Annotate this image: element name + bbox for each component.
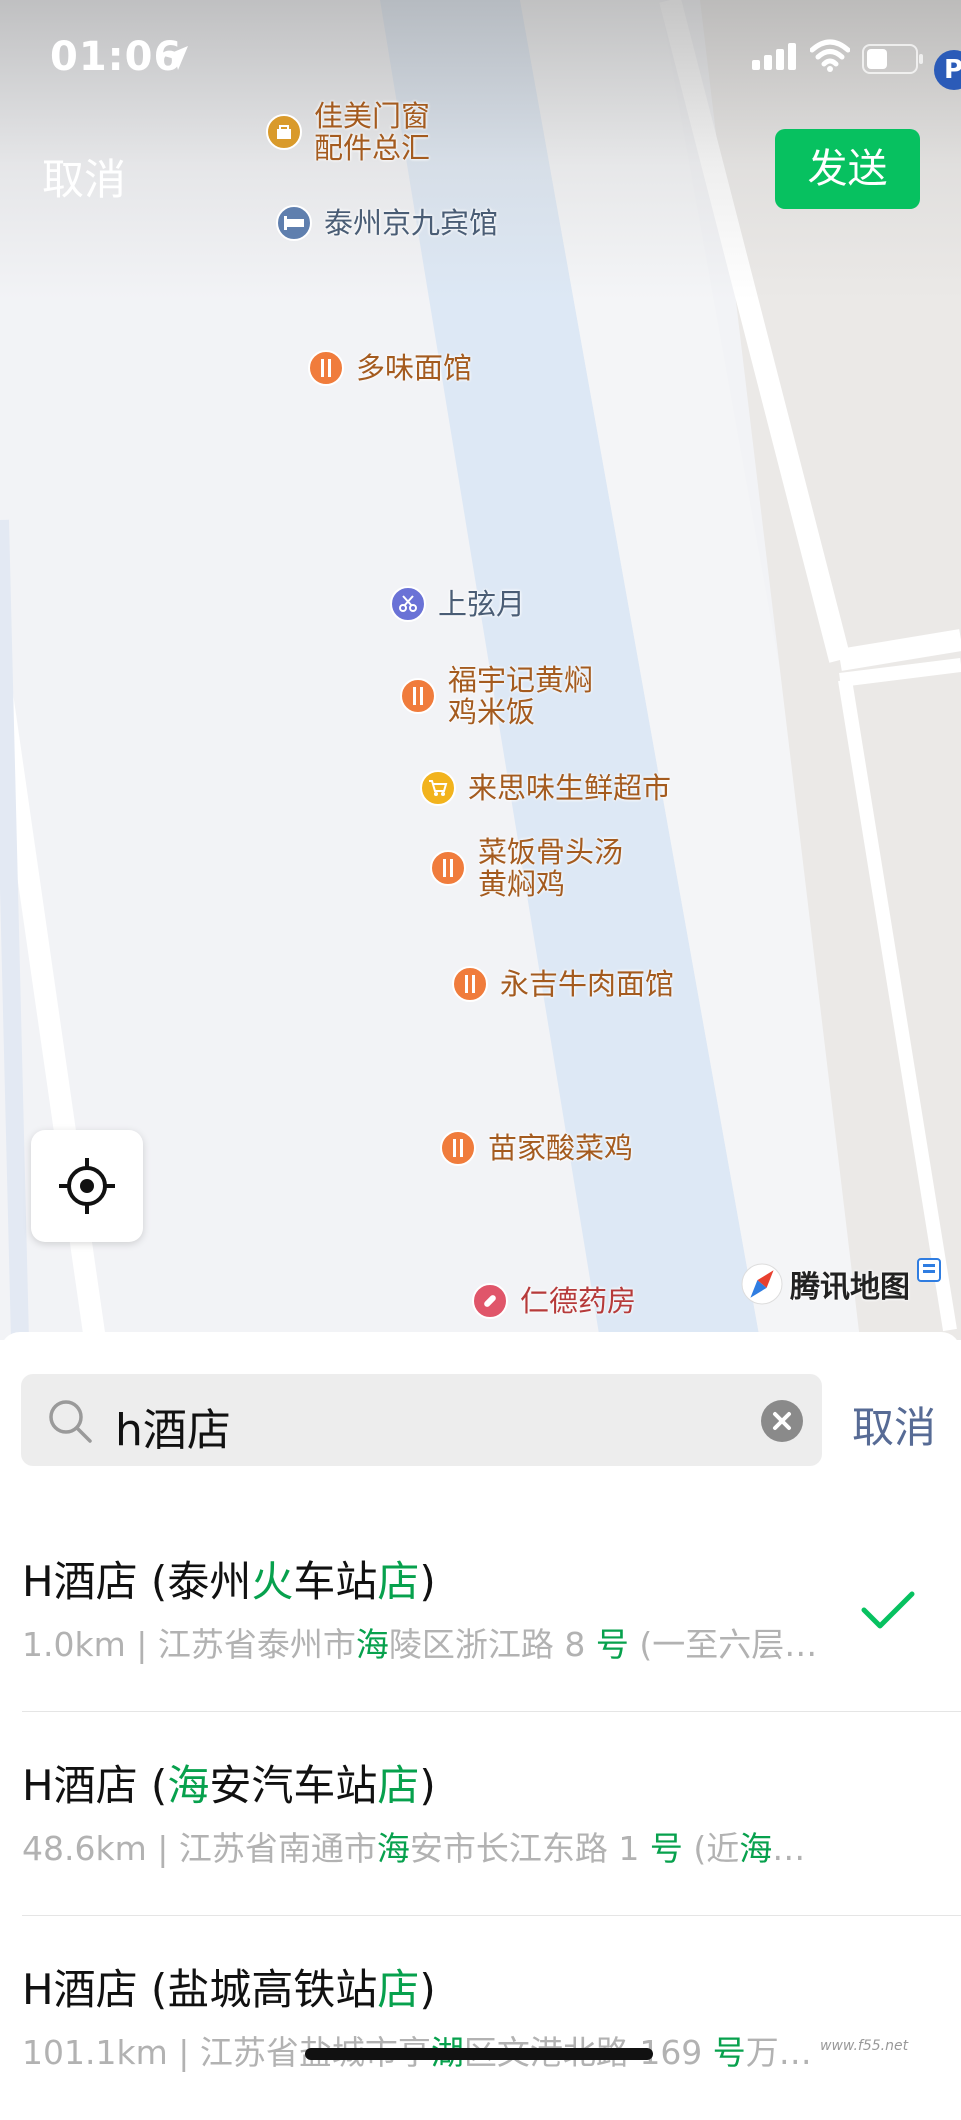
text-segment: H酒店 (泰州 bbox=[22, 1557, 252, 1606]
hotel-icon bbox=[276, 205, 312, 241]
checkmark-icon bbox=[861, 1591, 915, 1629]
map-poi[interactable]: 永吉牛肉面馆 bbox=[452, 966, 674, 1002]
send-button[interactable]: 发送 bbox=[775, 129, 920, 209]
text-segment: 万… bbox=[745, 2033, 812, 2072]
home-indicator[interactable] bbox=[305, 2048, 653, 2060]
poi-label: 福宇记黄焖 鸡米饭 bbox=[448, 663, 594, 729]
highlight-text: 店 bbox=[377, 1761, 420, 1810]
clear-search-button[interactable] bbox=[761, 1400, 803, 1442]
text-segment: … bbox=[772, 1829, 806, 1868]
text-segment: H酒店 ( bbox=[22, 1761, 168, 1810]
status-badge: P bbox=[934, 50, 961, 90]
highlight-text: 店 bbox=[377, 1557, 420, 1606]
text-segment: 安市长江东路 1 bbox=[409, 1829, 650, 1868]
text-segment: 陵区浙江路 8 bbox=[388, 1625, 596, 1664]
map-badge-icon bbox=[917, 1258, 941, 1282]
text-segment: 车站 bbox=[293, 1557, 378, 1606]
poi-label: 苗家酸菜鸡 bbox=[488, 1131, 634, 1165]
map-poi[interactable]: 来思味生鲜超市 bbox=[420, 770, 671, 806]
cancel-button[interactable]: 取消 bbox=[42, 146, 126, 207]
highlight-text: 海 bbox=[355, 1625, 389, 1664]
search-result-item[interactable]: H酒店 (海安汽车站店) 48.6km | 江苏省南通市海安市长江东路 1 号 … bbox=[0, 1712, 961, 1916]
map-poi[interactable]: 仁德药房 bbox=[472, 1283, 636, 1319]
highlight-text: 火 bbox=[251, 1557, 294, 1606]
battery-icon bbox=[862, 44, 923, 74]
map-logo-text: 腾讯地图 bbox=[790, 1270, 910, 1305]
wifi-icon bbox=[810, 39, 850, 72]
map-poi[interactable]: 福宇记黄焖 鸡米饭 bbox=[400, 664, 593, 728]
watermark: www.f55.net bbox=[820, 2038, 909, 2054]
text-segment: H酒店 (盐城高铁站 bbox=[22, 1965, 378, 2014]
search-sheet: h酒店 取消 H酒店 (泰州火车站店) 1.0km | 江苏省泰州市海陵区浙江路… bbox=[0, 1332, 961, 2081]
map-poi[interactable]: 苗家酸菜鸡 bbox=[440, 1130, 633, 1166]
poi-label: 泰州京九宾馆 bbox=[324, 206, 499, 240]
result-title: H酒店 (泰州火车站店) bbox=[22, 1548, 436, 1609]
compass-icon bbox=[741, 1263, 783, 1305]
result-title: H酒店 (海安汽车站店) bbox=[22, 1752, 436, 1813]
crosshair-icon bbox=[59, 1158, 115, 1214]
highlight-text: 店 bbox=[377, 1965, 420, 2014]
text-segment: (近 bbox=[682, 1829, 740, 1868]
result-title: H酒店 (盐城高铁站店) bbox=[22, 1956, 436, 2017]
pill-icon bbox=[472, 1283, 508, 1319]
location-arrow-icon bbox=[164, 46, 188, 70]
poi-label: 上弦月 bbox=[438, 587, 526, 621]
poi-label: 来思味生鲜超市 bbox=[468, 771, 672, 805]
highlight-text: 海 bbox=[739, 1829, 773, 1868]
search-icon bbox=[49, 1400, 92, 1443]
text-segment: 48.6km | 江苏省南通市 bbox=[22, 1829, 377, 1868]
highlight-text: 号 bbox=[712, 2033, 746, 2072]
restaurant-icon bbox=[430, 850, 466, 886]
map-poi[interactable]: 泰州京九宾馆 bbox=[276, 205, 498, 241]
restaurant-icon bbox=[440, 1130, 476, 1166]
status-bar: 01:06 P bbox=[0, 0, 961, 120]
tencent-map-logo: 腾讯地图 bbox=[740, 1258, 942, 1306]
highlight-text: 海 bbox=[167, 1761, 210, 1810]
map-poi[interactable]: 多味面馆 bbox=[308, 350, 472, 386]
result-address: 48.6km | 江苏省南通市海安市长江东路 1 号 (近海… bbox=[22, 1822, 852, 1870]
restaurant-icon bbox=[452, 966, 488, 1002]
highlight-text: 海 bbox=[376, 1829, 410, 1868]
text-segment: ) bbox=[419, 1761, 436, 1810]
map-poi[interactable]: 菜饭骨头汤 黄焖鸡 bbox=[430, 836, 623, 900]
poi-label: 永吉牛肉面馆 bbox=[500, 967, 675, 1001]
scissors-icon bbox=[390, 586, 426, 622]
poi-label: 仁德药房 bbox=[520, 1284, 637, 1318]
text-segment: (一至六层… bbox=[628, 1625, 818, 1664]
search-input[interactable]: h酒店 bbox=[115, 1394, 231, 1458]
text-segment: 安汽车站 bbox=[209, 1761, 378, 1810]
locate-me-button[interactable] bbox=[31, 1130, 143, 1242]
highlight-text: 号 bbox=[595, 1625, 629, 1664]
search-bar[interactable]: h酒店 bbox=[21, 1374, 822, 1466]
result-address: 1.0km | 江苏省泰州市海陵区浙江路 8 号 (一至六层… bbox=[22, 1618, 852, 1666]
highlight-text: 号 bbox=[649, 1829, 683, 1868]
poi-label: 菜饭骨头汤 黄焖鸡 bbox=[478, 835, 624, 901]
text-segment: 1.0km | 江苏省泰州市 bbox=[22, 1625, 356, 1664]
restaurant-icon bbox=[400, 678, 436, 714]
cart-icon bbox=[420, 770, 456, 806]
search-result-item[interactable]: H酒店 (盐城高铁站店) 101.1km | 江苏省盐城市亭湖区文港北路 169… bbox=[0, 1916, 961, 2120]
close-icon bbox=[773, 1412, 791, 1430]
signal-icon bbox=[752, 43, 796, 70]
poi-label: 多味面馆 bbox=[356, 351, 473, 385]
search-result-item[interactable]: H酒店 (泰州火车站店) 1.0km | 江苏省泰州市海陵区浙江路 8 号 (一… bbox=[0, 1508, 961, 1712]
text-segment: ) bbox=[419, 1965, 436, 2014]
map-poi[interactable]: 上弦月 bbox=[390, 586, 525, 622]
cancel-search-button[interactable]: 取消 bbox=[852, 1394, 936, 1455]
text-segment: ) bbox=[419, 1557, 436, 1606]
restaurant-icon bbox=[308, 350, 344, 386]
